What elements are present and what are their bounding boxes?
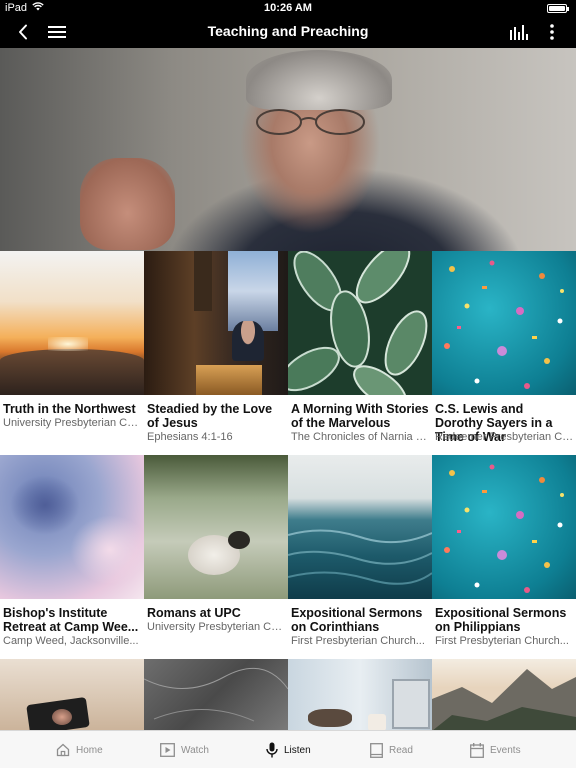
book-icon xyxy=(370,742,383,758)
series-card-cs-lewis-and-dorothy-sayers[interactable]: C.S. Lewis and Dorothy Sayers in a Time … xyxy=(432,251,576,455)
tab-label: Read xyxy=(389,744,413,756)
tab-label: Listen xyxy=(284,744,311,756)
tab-events[interactable]: Events xyxy=(470,731,521,769)
series-card-romans-at-upc[interactable]: Romans at UPC University Presbyterian Ch… xyxy=(144,455,288,659)
series-title: Steadied by the Love of Jesus xyxy=(147,402,273,430)
calendar-icon xyxy=(470,742,484,758)
tab-read[interactable]: Read xyxy=(370,731,413,769)
series-thumbnail-confetti xyxy=(432,251,576,395)
series-card-partial[interactable] xyxy=(432,659,576,731)
series-thumbnail-mountains xyxy=(432,659,576,731)
series-title: Truth in the Northwest xyxy=(3,402,136,416)
now-playing-button[interactable] xyxy=(508,16,530,48)
series-thumbnail-lamb xyxy=(144,455,288,599)
tab-label: Watch xyxy=(181,744,209,756)
series-subtitle: University Presbyterian Ch... xyxy=(147,621,286,633)
series-thumbnail-confetti xyxy=(432,455,576,599)
tab-bar: Home Watch Listen Read Events xyxy=(0,730,576,768)
more-vertical-icon xyxy=(550,24,554,40)
tab-label: Home xyxy=(76,744,103,756)
tab-watch[interactable]: Watch xyxy=(160,731,209,769)
series-thumbnail-clouds xyxy=(0,455,144,599)
tab-home[interactable]: Home xyxy=(56,731,103,769)
more-options-button[interactable] xyxy=(542,16,562,48)
series-thumbnail-laptop-desk xyxy=(288,659,432,731)
speaker-hair-shape xyxy=(246,50,392,110)
series-thumbnail-preacher-pulpit xyxy=(144,251,288,395)
series-card-truth-in-the-northwest[interactable]: Truth in the Northwest University Presby… xyxy=(0,251,144,455)
series-thumbnail-leaves xyxy=(288,251,432,395)
status-time: 10:26 AM xyxy=(264,2,312,14)
series-title: Expositional Sermons on Corinthians xyxy=(291,606,423,634)
series-card-a-morning-with-stories[interactable]: A Morning With Stories of the Marvelous … xyxy=(288,251,432,455)
series-subtitle: Redeemer Presbyterian Ch... xyxy=(435,431,574,443)
speaker-hand-shape xyxy=(80,158,175,250)
battery-icon xyxy=(547,4,569,13)
tab-listen[interactable]: Listen xyxy=(266,731,311,769)
series-card-expositional-sermons-philippians[interactable]: Expositional Sermons on Philippians Firs… xyxy=(432,455,576,659)
series-card-partial[interactable] xyxy=(288,659,432,731)
series-subtitle: First Presbyterian Church... xyxy=(291,635,425,647)
series-card-expositional-sermons-corinthians[interactable]: Expositional Sermons on Corinthians Firs… xyxy=(288,455,432,659)
microphone-icon xyxy=(266,742,278,758)
series-subtitle: Camp Weed, Jacksonville... xyxy=(3,635,139,647)
hero-speaker-photo xyxy=(0,48,576,251)
series-title: Expositional Sermons on Philippians xyxy=(435,606,567,634)
series-thumbnail-ocean xyxy=(288,455,432,599)
series-title: A Morning With Stories of the Marvelous xyxy=(291,402,429,430)
series-thumbnail-tablet xyxy=(0,659,144,731)
series-card-partial[interactable] xyxy=(0,659,144,731)
status-bar: iPad 10:26 AM xyxy=(0,0,576,16)
series-card-steadied-by-the-love-of-jesus[interactable]: Steadied by the Love of Jesus Ephesians … xyxy=(144,251,288,455)
home-icon xyxy=(56,743,70,757)
series-title: Romans at UPC xyxy=(147,606,241,620)
series-subtitle: The Chronicles of Narnia a... xyxy=(291,431,430,443)
series-card-bishops-institute-retreat[interactable]: Bishop's Institute Retreat at Camp Wee..… xyxy=(0,455,144,659)
navigation-bar: Teaching and Preaching xyxy=(0,16,576,48)
series-subtitle: First Presbyterian Church... xyxy=(435,635,569,647)
series-title: Bishop's Institute Retreat at Camp Wee..… xyxy=(3,606,139,634)
tab-label: Events xyxy=(490,744,521,756)
series-card-partial[interactable] xyxy=(144,659,288,731)
page-title: Teaching and Preaching xyxy=(207,23,369,39)
audio-bars-icon xyxy=(510,24,528,40)
series-subtitle: University Presbyterian Ch... xyxy=(3,417,142,429)
speaker-glasses-shape xyxy=(256,109,365,135)
series-thumbnail-sunset xyxy=(0,251,144,395)
series-subtitle: Ephesians 4:1-16 xyxy=(147,431,233,443)
play-icon xyxy=(160,743,175,757)
series-thumbnail-marble xyxy=(144,659,288,731)
